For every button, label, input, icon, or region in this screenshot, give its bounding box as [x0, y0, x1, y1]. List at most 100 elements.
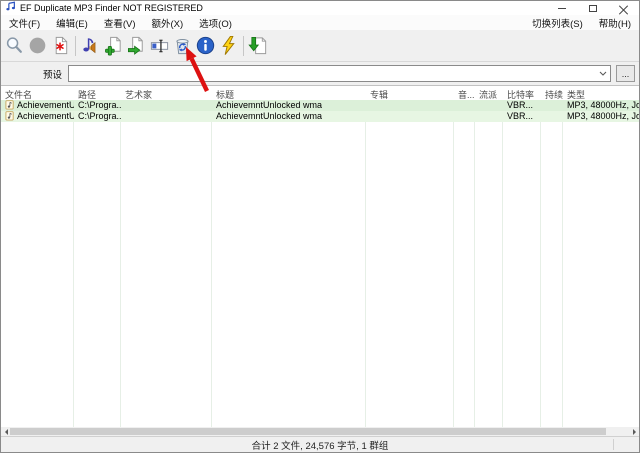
- cell-track: [454, 100, 475, 111]
- column-gridline: [120, 100, 121, 427]
- close-icon: [619, 4, 628, 13]
- toolbar-export-button[interactable]: [247, 34, 270, 58]
- column-gridline: [211, 100, 212, 427]
- table-row[interactable]: AchievementU...C:\Progra...AchievemntUnl…: [1, 111, 639, 122]
- toolbar-search-button[interactable]: [3, 34, 26, 58]
- menu-file[interactable]: 文件(F): [1, 15, 48, 30]
- menu-help[interactable]: 帮助(H): [591, 15, 639, 30]
- music-file-icon: [5, 100, 15, 110]
- menubar: 文件(F)编辑(E)查看(V)额外(X)选项(O) 切换列表(S)帮助(H): [1, 15, 639, 30]
- column-header-type[interactable]: 类型: [563, 86, 639, 100]
- titlebar: EF Duplicate MP3 Finder NOT REGISTERED: [1, 1, 639, 15]
- scroll-right-button[interactable]: [630, 427, 639, 436]
- info-icon: [195, 35, 216, 56]
- column-header-artist[interactable]: 艺术家: [121, 86, 212, 100]
- table-row[interactable]: AchievementU...C:\Progra...AchievemntUnl…: [1, 100, 639, 111]
- cell-type: MP3, 48000Hz, Joi: [563, 111, 639, 122]
- column-header-duration[interactable]: 持续...: [541, 86, 563, 100]
- music-file-icon: [5, 111, 15, 121]
- chevron-down-icon[interactable]: [596, 66, 610, 81]
- menubar-left: 文件(F)编辑(E)查看(V)额外(X)选项(O): [1, 15, 240, 30]
- toolbar-new-search-button[interactable]: [49, 34, 72, 58]
- preset-browse-button[interactable]: ...: [616, 65, 635, 82]
- cell-type: MP3, 48000Hz, Joi: [563, 100, 639, 111]
- preset-row: 预设 ...: [1, 62, 639, 86]
- cell-duration: [541, 111, 563, 122]
- file-list: 文件名路径艺术家标题专辑音...流派比特率持续...类型 Achievement…: [1, 86, 639, 427]
- stop-icon: [27, 35, 48, 56]
- column-header-title[interactable]: 标题: [212, 86, 366, 100]
- toolbar-separator: [243, 36, 244, 56]
- column-header-bitrate[interactable]: 比特率: [503, 86, 541, 100]
- status-summary: 合计 2 文件, 24,576 字节, 1 群组: [252, 438, 389, 452]
- menubar-right: 切换列表(S)帮助(H): [524, 15, 639, 30]
- app-window: EF Duplicate MP3 Finder NOT REGISTERED 文…: [0, 0, 640, 453]
- toolbar-info-button[interactable]: [194, 34, 217, 58]
- rename-field-icon: [149, 35, 170, 56]
- column-header-genre[interactable]: 流派: [475, 86, 503, 100]
- toolbar: [1, 30, 639, 62]
- statusbar-divider: [613, 439, 614, 450]
- toolbar-stop-button[interactable]: [26, 34, 49, 58]
- preset-combobox[interactable]: [68, 65, 611, 82]
- table-header: 文件名路径艺术家标题专辑音...流派比特率持续...类型: [1, 86, 639, 100]
- menu-switch-list[interactable]: 切换列表(S): [524, 15, 591, 30]
- minimize-button[interactable]: [546, 1, 577, 15]
- new-document-icon: [50, 35, 71, 56]
- column-gridline: [365, 100, 366, 427]
- column-header-filename[interactable]: 文件名: [1, 86, 74, 100]
- column-header-track[interactable]: 音...: [454, 86, 475, 100]
- column-gridline: [453, 100, 454, 427]
- scroll-thumb[interactable]: [10, 428, 606, 435]
- cell-album: [366, 111, 454, 122]
- menu-view[interactable]: 查看(V): [96, 15, 144, 30]
- close-button[interactable]: [608, 1, 639, 15]
- magnifier-icon: [4, 35, 25, 56]
- scroll-left-button[interactable]: [1, 427, 10, 436]
- maximize-icon: [589, 5, 597, 12]
- column-header-album[interactable]: 专辑: [366, 86, 454, 100]
- column-gridlines: [1, 100, 639, 427]
- cell-filename: AchievementU...: [1, 100, 74, 111]
- toolbar-move-files-button[interactable]: [125, 34, 148, 58]
- cell-bitrate: VBR...: [503, 100, 541, 111]
- column-gridline: [73, 100, 74, 427]
- minimize-icon: [558, 8, 566, 9]
- cell-track: [454, 111, 475, 122]
- window-controls: [546, 1, 639, 15]
- toolbar-play-button[interactable]: [79, 34, 102, 58]
- menu-extras[interactable]: 额外(X): [143, 15, 191, 30]
- cell-path: C:\Progra...: [74, 100, 121, 111]
- cell-bitrate: VBR...: [503, 111, 541, 122]
- column-gridline: [502, 100, 503, 427]
- toolbar-delete-button[interactable]: [171, 34, 194, 58]
- cell-artist: [121, 111, 212, 122]
- window-title: EF Duplicate MP3 Finder NOT REGISTERED: [20, 3, 203, 13]
- toolbar-rename-button[interactable]: [148, 34, 171, 58]
- triangle-right-icon: [633, 429, 639, 435]
- move-file-icon: [126, 35, 147, 56]
- cell-duration: [541, 100, 563, 111]
- toolbar-separator: [75, 36, 76, 56]
- preset-input[interactable]: [69, 66, 596, 81]
- cell-filename: AchievementU...: [1, 111, 74, 122]
- add-file-icon: [103, 35, 124, 56]
- column-gridline: [474, 100, 475, 427]
- menu-options[interactable]: 选项(O): [191, 15, 240, 30]
- export-document-icon: [248, 35, 269, 56]
- maximize-button[interactable]: [577, 1, 608, 15]
- toolbar-autoselect-button[interactable]: [217, 34, 240, 58]
- recycle-bin-icon: [172, 35, 193, 56]
- toolbar-add-files-button[interactable]: [102, 34, 125, 58]
- menu-edit[interactable]: 编辑(E): [48, 15, 96, 30]
- cell-genre: [475, 111, 503, 122]
- column-header-path[interactable]: 路径: [74, 86, 121, 100]
- table-body: AchievementU...C:\Progra...AchievemntUnl…: [1, 100, 639, 122]
- column-gridline: [562, 100, 563, 427]
- column-gridline: [540, 100, 541, 427]
- horizontal-scrollbar[interactable]: [1, 427, 639, 436]
- preset-label: 预设: [43, 67, 62, 81]
- cell-genre: [475, 100, 503, 111]
- music-note-icon: [80, 35, 101, 56]
- statusbar: 合计 2 文件, 24,576 字节, 1 群组: [1, 436, 639, 452]
